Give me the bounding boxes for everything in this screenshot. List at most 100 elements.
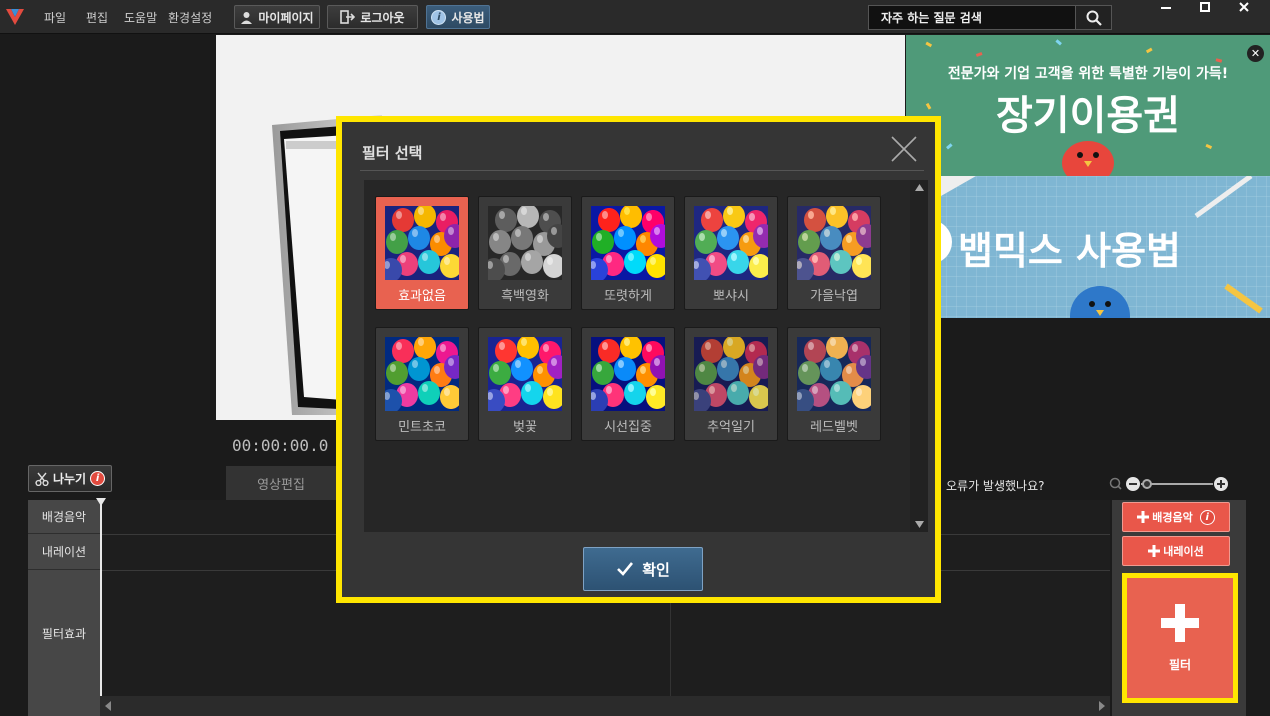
ad-howto-guide[interactable]: i 뱁믹스 사용법 bbox=[906, 176, 1270, 318]
app-logo-icon bbox=[6, 9, 24, 25]
scroll-right-icon[interactable] bbox=[1098, 701, 1106, 711]
info-icon: i bbox=[431, 9, 447, 25]
howto-button[interactable]: i 사용법 bbox=[426, 5, 490, 29]
plus-icon bbox=[1148, 545, 1161, 557]
track-labels: 배경음악 내레이션 필터효과 bbox=[28, 500, 100, 716]
track-label-filter: 필터효과 bbox=[41, 626, 87, 641]
split-label: 나누기 bbox=[52, 472, 87, 486]
filter-grid: 효과없음 흑백영화 또렷하게 뽀샤시 가을낙엽민트초코 벚꽃 시선집중 추억일기 레드벨벳 bbox=[364, 180, 928, 532]
filter-tile[interactable]: 흑백영화 bbox=[478, 196, 572, 310]
howto-label: 사용법 bbox=[451, 10, 485, 25]
close-window-button[interactable] bbox=[1226, 0, 1262, 14]
filter-label: 민트초코 bbox=[398, 420, 446, 435]
filter-label: 추억일기 bbox=[707, 420, 755, 435]
filter-label: 벚꽃 bbox=[513, 420, 537, 435]
search-icon bbox=[1086, 10, 1102, 26]
search-button[interactable] bbox=[1075, 6, 1111, 29]
top-bar: 파일 편집 도움말 환경설정 마이페이지 로그아웃 i 사용법 bbox=[0, 0, 1270, 34]
filter-select-dialog: 필터 선택 효과없음 흑백영화 또렷하게 뽀샤시 가을낙엽민트초코 벚꽃 시선집중 추억일기 레… bbox=[336, 116, 941, 603]
scissors-icon bbox=[35, 472, 49, 486]
menu-help[interactable]: 도움말 bbox=[124, 9, 157, 26]
mypage-button[interactable]: 마이페이지 bbox=[234, 5, 320, 29]
tab-video-edit[interactable]: 영상편집 bbox=[226, 466, 336, 500]
filter-label: 효과없음 bbox=[398, 289, 446, 304]
menu-file[interactable]: 파일 bbox=[44, 9, 66, 26]
filter-thumbnail bbox=[694, 206, 768, 280]
filter-label: 흑백영화 bbox=[501, 289, 549, 304]
filter-label: 시선집중 bbox=[604, 420, 652, 435]
filter-tile[interactable]: 뽀샤시 bbox=[684, 196, 778, 310]
menu-edit[interactable]: 편집 bbox=[86, 9, 108, 26]
filter-thumbnail bbox=[591, 337, 665, 411]
logout-label: 로그아웃 bbox=[360, 10, 405, 25]
filter-label: 레드벨벳 bbox=[810, 420, 858, 435]
add-narration-label: 내레이션 bbox=[1163, 545, 1204, 558]
faq-search bbox=[868, 5, 1112, 30]
scroll-up-icon[interactable] bbox=[915, 184, 924, 191]
error-help-link[interactable]: 오류가 발생했나요? bbox=[946, 477, 1045, 494]
close-icon bbox=[1239, 2, 1249, 12]
filter-thumbnail bbox=[591, 206, 665, 280]
timeline-scrollbar[interactable] bbox=[100, 696, 1110, 716]
user-icon bbox=[241, 11, 253, 24]
add-bgm-label: 배경음악 bbox=[1152, 511, 1193, 524]
logout-button[interactable]: 로그아웃 bbox=[327, 5, 418, 29]
filter-tile[interactable]: 가을낙엽 bbox=[787, 196, 881, 310]
dialog-close-icon[interactable] bbox=[889, 134, 919, 164]
minimize-icon bbox=[1161, 7, 1171, 9]
playhead[interactable] bbox=[100, 500, 102, 696]
confirm-label: 확인 bbox=[642, 560, 670, 579]
ad2-title: 뱁믹스 사용법 bbox=[958, 229, 1181, 273]
maximize-icon bbox=[1200, 2, 1210, 12]
filter-thumbnail bbox=[797, 206, 871, 280]
minimize-button[interactable] bbox=[1148, 0, 1184, 14]
dialog-divider bbox=[360, 170, 924, 171]
filter-thumbnail bbox=[385, 337, 459, 411]
menu-settings[interactable]: 환경설정 bbox=[168, 9, 212, 26]
track-label-bgm: 배경음악 bbox=[28, 500, 100, 534]
zoom-slider[interactable] bbox=[1108, 476, 1232, 492]
ad1-title: 장기이용권 bbox=[996, 93, 1180, 139]
filter-label: 또렷하게 bbox=[604, 289, 652, 304]
filter-label: 가을낙엽 bbox=[810, 289, 858, 304]
checkmark-icon bbox=[617, 562, 634, 576]
plus-icon bbox=[1161, 603, 1199, 642]
info-icon[interactable]: i bbox=[90, 471, 106, 486]
close-icon: ✕ bbox=[1250, 47, 1261, 60]
mypage-label: 마이페이지 bbox=[258, 10, 314, 25]
preview-timecode: 00:00:00.0 bbox=[232, 436, 329, 455]
ad-close-button[interactable]: ✕ bbox=[1247, 45, 1264, 62]
filter-thumbnail bbox=[488, 206, 562, 280]
split-button[interactable]: 나누기 i bbox=[28, 465, 112, 492]
filter-label: 필터 bbox=[1168, 657, 1192, 672]
filter-tile[interactable]: 민트초코 bbox=[375, 327, 469, 441]
filter-tile[interactable]: 추억일기 bbox=[684, 327, 778, 441]
filter-tile[interactable]: 레드벨벳 bbox=[787, 327, 881, 441]
filter-tile[interactable]: 또렷하게 bbox=[581, 196, 675, 310]
confirm-button[interactable]: 확인 bbox=[583, 547, 703, 591]
filter-scrollbar[interactable] bbox=[910, 180, 928, 532]
filter-thumbnail bbox=[488, 337, 562, 411]
ad-long-term-pass[interactable]: 전문가와 기업 고객을 위한 특별한 기능이 가득! 장기이용권 ✕ bbox=[906, 35, 1270, 176]
filter-tile[interactable]: 효과없음 bbox=[375, 196, 469, 310]
track-label-footer bbox=[28, 696, 100, 716]
add-filter-button[interactable]: 필터 bbox=[1122, 573, 1238, 703]
scroll-left-icon[interactable] bbox=[104, 701, 112, 711]
add-narration-button[interactable]: 내레이션 bbox=[1122, 536, 1230, 566]
maximize-button[interactable] bbox=[1187, 0, 1223, 14]
filter-thumbnail bbox=[694, 337, 768, 411]
track-label-narration: 내레이션 bbox=[28, 534, 100, 570]
filter-tile[interactable]: 시선집중 bbox=[581, 327, 675, 441]
logout-icon bbox=[340, 10, 356, 24]
add-bgm-button[interactable]: 배경음악 i bbox=[1122, 502, 1230, 532]
filter-label: 뽀샤시 bbox=[713, 289, 749, 304]
ad1-subtitle: 전문가와 기업 고객을 위한 특별한 기능이 가득! bbox=[947, 66, 1229, 82]
dialog-title: 필터 선택 bbox=[362, 144, 423, 162]
filter-tile[interactable]: 벚꽃 bbox=[478, 327, 572, 441]
filter-thumbnail bbox=[385, 206, 459, 280]
playhead-marker-icon[interactable] bbox=[95, 498, 107, 508]
filter-thumbnail bbox=[797, 337, 871, 411]
search-input[interactable] bbox=[869, 6, 1075, 29]
info-icon[interactable]: i bbox=[1199, 509, 1215, 525]
scroll-down-icon[interactable] bbox=[915, 521, 924, 528]
